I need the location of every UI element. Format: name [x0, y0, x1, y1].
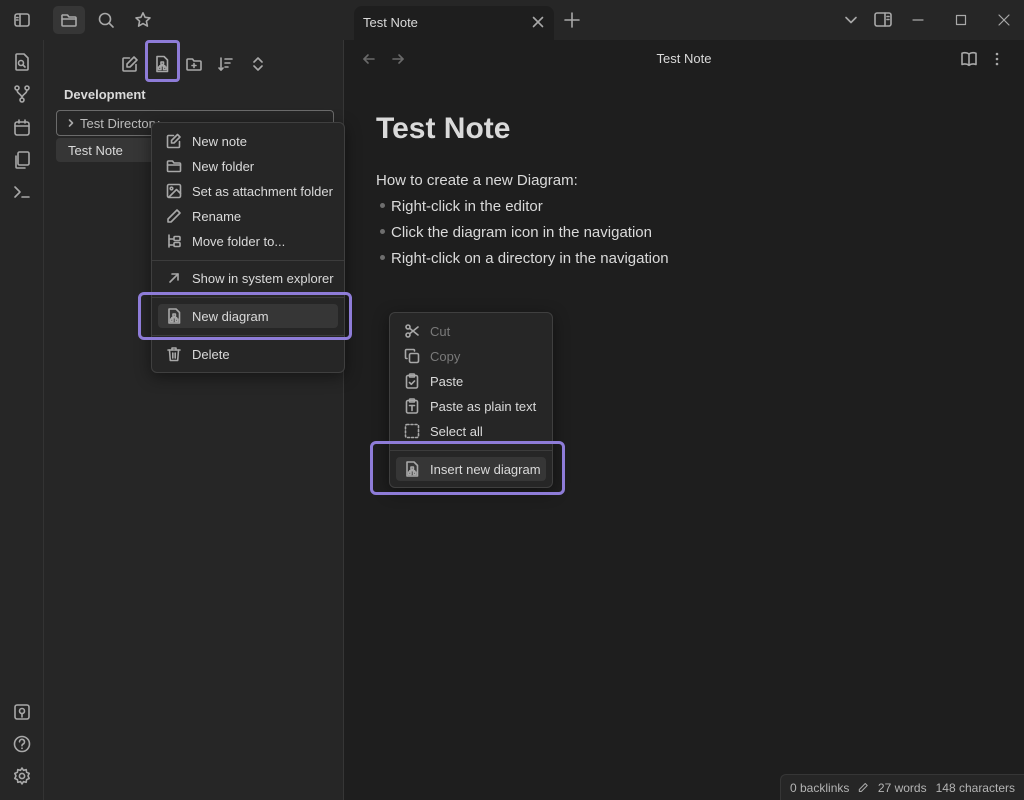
menu-item-label: Set as attachment folder: [192, 183, 333, 199]
note-tab[interactable]: Test Note: [354, 6, 554, 40]
star-icon: [135, 12, 151, 27]
folder-icon: [61, 14, 77, 27]
sort-order-button[interactable]: [212, 50, 240, 78]
menu-item-new-note[interactable]: New note: [158, 129, 340, 153]
minimize-icon[interactable]: [910, 12, 926, 28]
maximize-icon[interactable]: [953, 12, 969, 28]
bullet-text: Right-click on a directory in the naviga…: [391, 250, 669, 267]
menu-separator: [152, 260, 344, 261]
pencil-icon: [167, 209, 181, 223]
menu-item-new-folder[interactable]: New folder: [158, 154, 340, 178]
bullet-dot-icon: [380, 229, 385, 235]
scissors-icon: [405, 324, 419, 338]
file-explorer-tab-button[interactable]: [53, 6, 85, 34]
menu-item-label: Paste: [430, 373, 464, 389]
insert-diagram-highlight: [370, 441, 565, 495]
tab-list-chevron-down-icon[interactable]: [843, 12, 859, 28]
tab-title: Test Note: [363, 15, 418, 30]
image-icon: [166, 183, 182, 199]
collapse-all-button[interactable]: [244, 50, 272, 78]
view-title[interactable]: Test Note: [344, 51, 1024, 66]
vault-switcher-icon[interactable]: [12, 702, 32, 722]
help-icon[interactable]: [12, 734, 32, 754]
title-bar: Test Note: [0, 0, 1024, 40]
word-count: 27 words: [877, 780, 927, 795]
menu-item-rename[interactable]: Rename: [158, 204, 340, 228]
bullet-text: Right-click in the editor: [391, 198, 543, 215]
menu-item-label: Show in system explorer: [192, 270, 334, 286]
sort-icon: [218, 57, 233, 71]
search-icon: [98, 12, 114, 28]
menu-item-label: Cut: [430, 323, 451, 339]
close-tab-icon[interactable]: [530, 14, 546, 30]
chevron-right-icon: [68, 119, 74, 127]
menu-item-label: Move folder to...: [192, 233, 286, 249]
copy-icon: [404, 348, 420, 364]
menu-item-delete[interactable]: Delete: [158, 342, 340, 366]
menu-item-select-all[interactable]: Select all: [396, 419, 548, 443]
search-tab-button[interactable]: [90, 6, 122, 34]
select-all-icon: [404, 423, 420, 439]
move-icon: [168, 234, 181, 248]
note-bullet[interactable]: Right-click in the editor: [376, 198, 543, 215]
edit-icon: [122, 56, 138, 72]
tree-folder-label: Test Directory: [80, 116, 160, 131]
menu-item-set-attachment-folder[interactable]: Set as attachment folder: [158, 179, 340, 203]
clipboard-check-icon: [405, 373, 419, 389]
diagram-nav-highlight: [145, 40, 180, 82]
menu-item-label: New note: [192, 133, 247, 149]
graph-view-icon[interactable]: [12, 84, 32, 104]
sidebar-toggle-icon: [14, 13, 30, 27]
menu-item-move-folder[interactable]: Move folder to...: [158, 229, 340, 253]
tree-note-label: Test Note: [68, 143, 123, 158]
menu-item-show-in-explorer[interactable]: Show in system explorer: [158, 266, 340, 290]
menu-item-label: Select all: [430, 423, 483, 439]
menu-item-label: Rename: [192, 208, 242, 224]
terminal-icon[interactable]: [12, 182, 32, 202]
bullet-dot-icon: [380, 203, 385, 209]
backlinks-count[interactable]: 0 backlinks: [790, 781, 849, 795]
trash-icon: [167, 347, 181, 362]
menu-item-paste[interactable]: Paste: [396, 369, 548, 393]
view-header: Test Note: [344, 40, 1024, 78]
vault-name[interactable]: Development: [64, 87, 146, 102]
new-tab-icon[interactable]: [562, 10, 582, 30]
note-bullet[interactable]: Click the diagram icon in the navigation: [376, 224, 652, 241]
edit-mode-pencil-icon[interactable]: [858, 780, 869, 795]
character-count: 148 characters: [935, 780, 1015, 795]
arrow-up-right-icon: [169, 273, 179, 283]
note-paragraph[interactable]: How to create a new Diagram:: [376, 172, 578, 189]
note-heading[interactable]: Test Note: [376, 112, 510, 146]
sidebar-toggle-button[interactable]: [6, 6, 38, 34]
more-options-icon[interactable]: [992, 50, 1002, 68]
folder-icon: [166, 160, 182, 173]
menu-item-label: Paste as plain text: [430, 398, 537, 414]
open-quick-switcher-icon[interactable]: [12, 52, 32, 72]
menu-item-label: New folder: [192, 158, 255, 174]
copy-files-icon[interactable]: [12, 150, 32, 170]
note-bullet[interactable]: Right-click on a directory in the naviga…: [376, 250, 669, 267]
folder-plus-icon: [186, 58, 202, 71]
menu-item-cut[interactable]: Cut: [396, 319, 548, 343]
menu-item-label: Copy: [430, 348, 461, 364]
reading-view-book-icon[interactable]: [960, 50, 978, 68]
clipboard-type-icon: [405, 398, 419, 414]
new-note-button[interactable]: [116, 50, 144, 78]
menu-item-paste-plain[interactable]: Paste as plain text: [396, 394, 548, 418]
edit-icon: [166, 133, 181, 149]
new-diagram-highlight: [138, 292, 352, 340]
new-folder-button[interactable]: [180, 50, 208, 78]
calendar-icon[interactable]: [12, 118, 32, 138]
settings-gear-icon[interactable]: [12, 766, 32, 786]
menu-item-copy[interactable]: Copy: [396, 344, 548, 368]
left-ribbon: [0, 40, 44, 800]
menu-item-label: Delete: [192, 346, 230, 362]
right-sidebar-toggle-icon[interactable]: [873, 11, 893, 29]
bullet-dot-icon: [380, 255, 385, 261]
bookmarks-tab-button[interactable]: [127, 6, 159, 34]
window-close-icon[interactable]: [996, 12, 1012, 28]
status-bar: 0 backlinks 27 words 148 characters: [780, 774, 1024, 800]
chevrons-up-down-icon: [253, 57, 263, 71]
bullet-text: Click the diagram icon in the navigation: [391, 224, 652, 241]
